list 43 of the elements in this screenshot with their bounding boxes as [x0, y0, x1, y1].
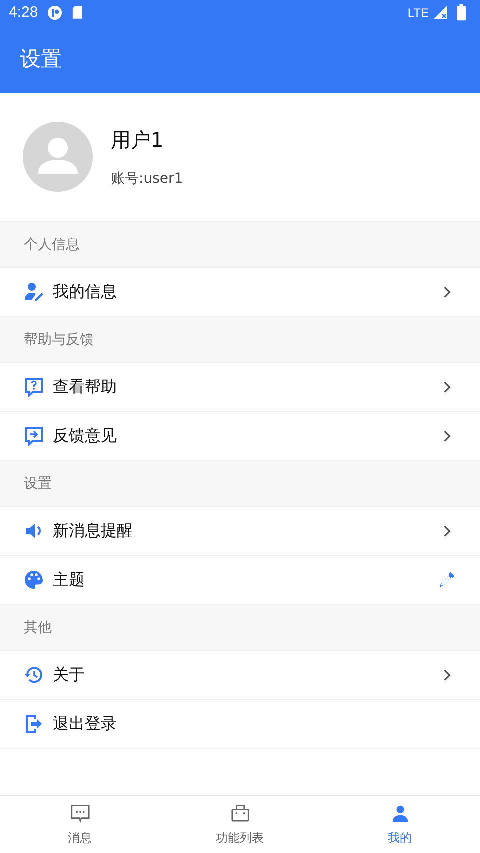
nav-tab[interactable]: 我的: [320, 796, 480, 853]
section-title: 帮助与反馈: [24, 330, 94, 348]
row-label: 主题: [53, 570, 86, 590]
settings-row[interactable]: 查看帮助: [0, 363, 480, 412]
user-name: 用户1: [111, 126, 165, 154]
row-label: 我的信息: [53, 282, 118, 302]
feedback-icon: [24, 426, 44, 446]
battery-icon: [457, 4, 466, 21]
history-icon: [24, 665, 44, 685]
help-icon: [24, 377, 44, 397]
sd-card-icon: [72, 5, 84, 20]
signal-icon: [433, 5, 448, 20]
section-title: 设置: [24, 474, 52, 492]
app-notification-icon: [47, 4, 64, 20]
avatar-icon: [23, 122, 93, 192]
section-title: 个人信息: [24, 236, 80, 254]
network-type: LTE: [408, 6, 429, 20]
chat-icon: [70, 802, 90, 824]
user-edit-icon: [24, 282, 44, 302]
row-label: 新消息提醒: [53, 520, 134, 542]
section-title: 其他: [24, 618, 52, 636]
nav-tab[interactable]: 功能列表: [160, 796, 320, 853]
nav-tab[interactable]: 消息: [0, 796, 160, 853]
page-title: 设置: [20, 46, 62, 73]
chevron-right-icon: [443, 286, 452, 298]
logout-icon: [24, 714, 44, 734]
row-label: 关于: [53, 664, 86, 686]
account-id: 账号:user1: [111, 170, 184, 188]
row-label: 反馈意见: [53, 426, 118, 446]
status-time: 4:28: [9, 4, 38, 21]
palette-icon: [24, 570, 44, 590]
chevron-right-icon: [443, 524, 452, 538]
chevron-right-icon: [443, 668, 452, 682]
settings-row[interactable]: 退出登录: [0, 700, 480, 749]
settings-row[interactable]: 新消息提醒: [0, 507, 480, 556]
chevron-right-icon: [443, 380, 452, 394]
speaker-icon: [24, 521, 44, 541]
row-label: 查看帮助: [53, 376, 118, 398]
row-label: 退出登录: [53, 714, 118, 734]
settings-row[interactable]: 关于: [0, 651, 480, 700]
chevron-right-icon: [443, 430, 452, 442]
bag-icon: [230, 802, 250, 824]
eyedropper-icon: [438, 571, 456, 589]
